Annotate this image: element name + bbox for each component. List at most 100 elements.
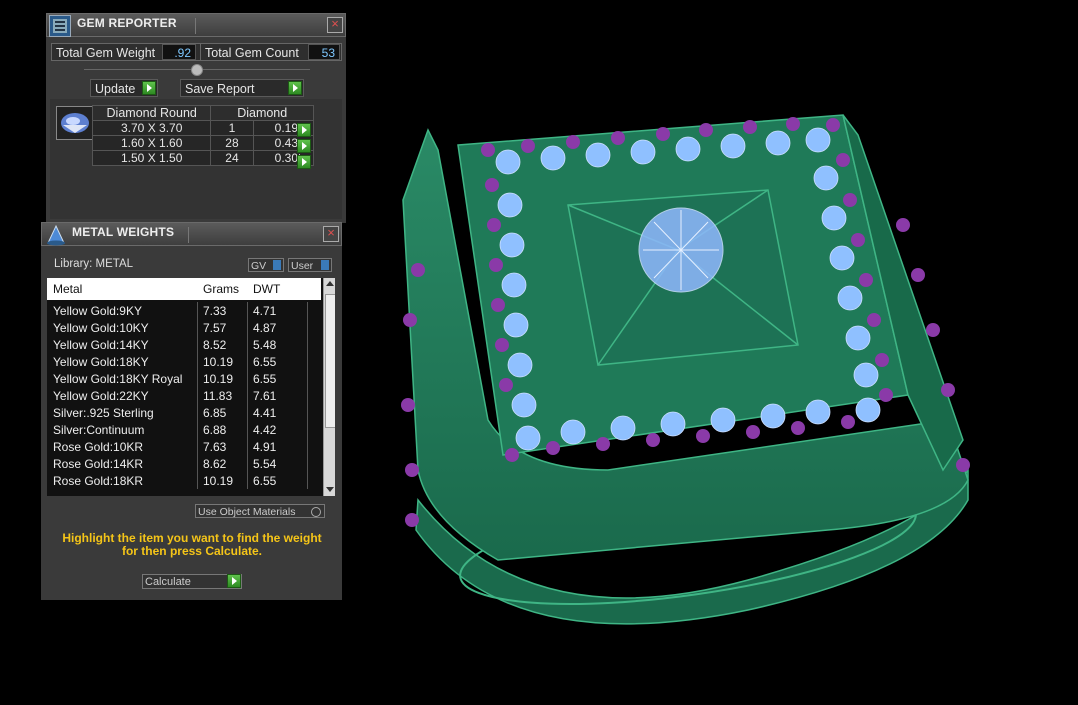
gem-reporter-icon [49,15,71,37]
metal-grams: 6.85 [203,406,227,420]
metal-row[interactable]: Rose Gold:14KR 8.62 5.54 [47,455,321,472]
gem-reporter-close-button[interactable]: × [327,17,343,33]
gem-size: 1.50 X 1.50 [91,150,212,166]
cell-divider [197,370,198,387]
gem-row-go-icon[interactable] [297,155,311,169]
ring-3d-viewport[interactable] [388,0,1078,705]
metal-grams: 10.19 [203,355,234,369]
cell-divider [247,421,248,438]
cell-divider [197,319,198,336]
cell-divider [247,353,248,370]
cell-divider [307,404,308,421]
cell-divider [247,319,248,336]
gem-table: Diamond Round Diamond 3.70 X 3.70 1 0.19… [91,105,315,166]
gem-row[interactable]: 1.60 X 1.60 28 0.43tw [91,135,315,151]
metal-name: Yellow Gold:22KY [53,389,149,403]
metal-row[interactable]: Rose Gold:10KR 7.63 4.91 [47,438,321,455]
col-grams-header[interactable]: Grams [203,282,239,296]
col-metal-header[interactable]: Metal [53,282,82,296]
use-object-materials-label: Use Object Materials [198,506,296,518]
metal-row[interactable]: Yellow Gold:9KY 7.33 4.71 [47,302,321,319]
cell-divider [307,455,308,472]
total-gem-count-value: 53 [308,44,340,60]
gem-row[interactable]: 3.70 X 3.70 1 0.19tw [91,120,315,136]
gem-row-go-icon[interactable] [297,123,311,137]
panel-slider-handle[interactable] [191,64,203,76]
cell-divider [197,455,198,472]
col-dwt-header[interactable]: DWT [253,282,280,296]
update-button-label: Update [95,82,136,96]
gem-table-header: Diamond Round Diamond [91,105,314,121]
save-report-button-label: Save Report [185,82,255,96]
cell-divider [247,455,248,472]
user-toggle[interactable]: User [288,258,332,272]
gem-row-go-icon[interactable] [297,139,311,153]
metal-row[interactable]: Yellow Gold:18KY 10.19 6.55 [47,353,321,370]
cell-divider [247,336,248,353]
metal-dwt: 6.55 [253,372,277,386]
cell-divider [197,404,198,421]
cell-divider [247,404,248,421]
gv-toggle-indicator [273,260,281,270]
cell-divider [197,472,198,489]
gem-count: 1 [210,120,254,136]
cell-divider [307,336,308,353]
metal-row[interactable]: Silver:Continuum 6.88 4.42 [47,421,321,438]
metal-list-scrollbar[interactable] [323,278,335,496]
metal-dwt: 7.61 [253,389,277,403]
user-toggle-label: User [291,260,314,272]
diamond-round-icon [61,113,89,133]
update-go-icon[interactable] [142,81,156,95]
metal-name: Yellow Gold:14KY [53,338,149,352]
save-report-button[interactable]: Save Report [180,79,304,97]
calculate-go-icon[interactable] [227,574,241,588]
cell-divider [247,370,248,387]
gem-reporter-titlebar[interactable]: GEM REPORTER × [46,13,346,37]
cell-divider [307,438,308,455]
calculate-hint-line2: for then press Calculate. [121,544,263,558]
metal-row[interactable]: Yellow Gold:18KY Royal 10.19 6.55 [47,370,321,387]
cell-divider [307,387,308,404]
metal-name: Yellow Gold:10KY [53,321,149,335]
metal-dwt: 5.48 [253,338,277,352]
metal-row[interactable]: Yellow Gold:14KY 8.52 5.48 [47,336,321,353]
gem-row[interactable]: 1.50 X 1.50 24 0.30tw [91,150,315,166]
calculate-button-label: Calculate [145,576,191,588]
save-report-go-icon[interactable] [288,81,302,95]
total-gem-weight-label-text: Total Gem Weight [56,46,156,60]
metal-name: Silver:.925 Sterling [53,406,154,420]
cell-divider [247,387,248,404]
metal-weights-panel: METAL WEIGHTS × Library: METAL GV User M… [41,222,342,600]
metal-weights-list[interactable]: Metal Grams DWT Yellow Gold:9KY 7.33 4.71 Y… [47,278,335,496]
cell-divider [197,302,198,319]
gem-count: 28 [210,135,254,151]
scroll-down-arrow[interactable] [326,487,334,492]
library-label: Library: METAL [54,258,134,270]
metal-name: Yellow Gold:9KY [53,304,142,318]
metal-grams: 8.62 [203,457,227,471]
col-shape-header: Diamond Round [91,105,212,121]
metal-weights-titlebar[interactable]: METAL WEIGHTS × [41,222,342,246]
metal-weights-close-button[interactable]: × [323,226,339,242]
metal-row[interactable]: Silver:.925 Sterling 6.85 4.41 [47,404,321,421]
use-object-materials-toggle[interactable]: Use Object Materials [195,504,325,518]
cell-divider [197,438,198,455]
scroll-thumb[interactable] [325,294,335,428]
gv-toggle[interactable]: GV [248,258,284,272]
cell-divider [307,370,308,387]
diamond-thumbnail[interactable] [56,106,94,140]
metal-dwt: 6.55 [253,474,277,488]
metal-row[interactable]: Rose Gold:18KR 10.19 6.55 [47,472,321,489]
scroll-up-arrow[interactable] [326,281,334,286]
metal-name: Rose Gold:10KR [53,440,144,454]
metal-row[interactable]: Yellow Gold:22KY 11.83 7.61 [47,387,321,404]
total-gem-count-label-text: Total Gem Count [205,46,299,60]
metal-dwt: 4.71 [253,304,277,318]
metal-name: Yellow Gold:18KY Royal [53,372,183,386]
metal-dwt: 6.55 [253,355,277,369]
gem-count: 24 [210,150,254,166]
use-object-materials-radio [311,507,321,517]
metal-name: Silver:Continuum [53,423,145,437]
metal-row[interactable]: Yellow Gold:10KY 7.57 4.87 [47,319,321,336]
total-gem-weight-value: .92 [162,44,196,60]
